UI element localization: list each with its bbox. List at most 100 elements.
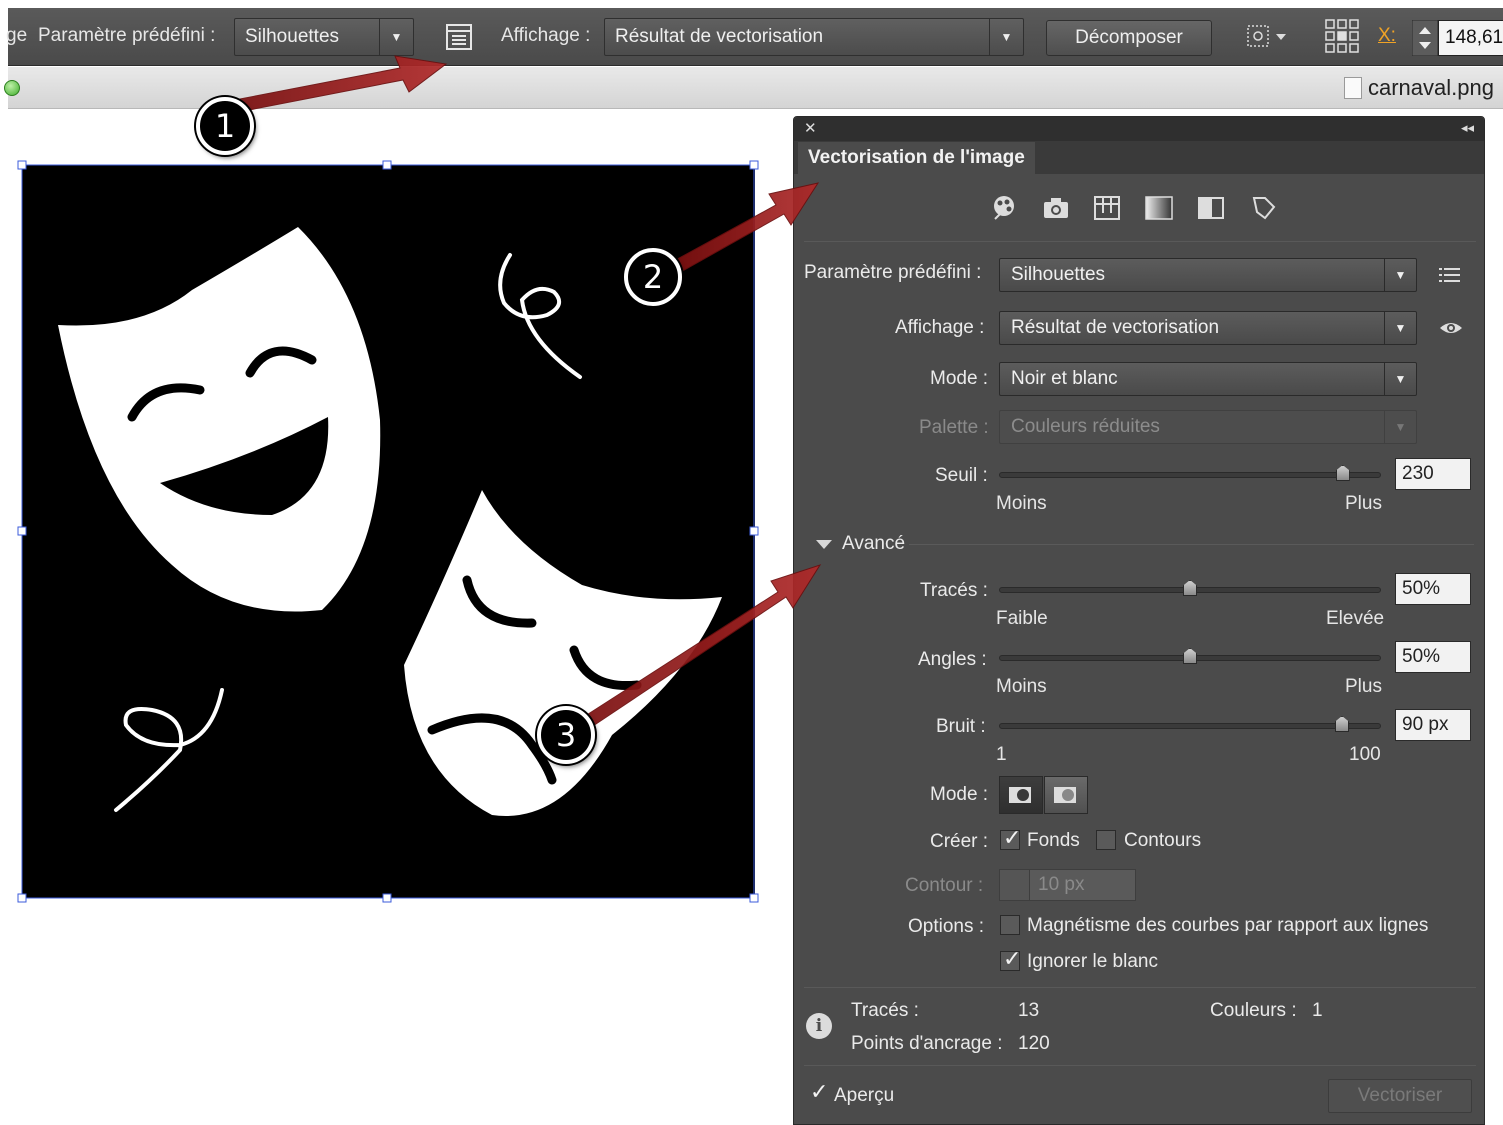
corners-max-label: Plus: [1345, 676, 1382, 697]
chevron-down-icon: ▼: [1384, 363, 1416, 395]
corners-slider-thumb[interactable]: [1183, 648, 1197, 664]
paths-max-label: Elevée: [1326, 608, 1385, 629]
overlapping-icon: [1054, 787, 1076, 803]
auto-color-icon[interactable]: [989, 193, 1019, 223]
tracing-panel-icon[interactable]: [446, 24, 472, 50]
chevron-down-icon: ▼: [1384, 312, 1416, 344]
advanced-section-toggle[interactable]: Avancé: [842, 533, 905, 555]
noise-slider-thumb[interactable]: [1335, 716, 1349, 732]
preview-checkbox[interactable]: ✓: [808, 1079, 828, 1105]
black-and-white-icon[interactable]: [1196, 193, 1226, 223]
info-colors-value: 1: [1312, 1000, 1323, 1021]
eye-icon[interactable]: [1439, 320, 1463, 336]
panel-titlebar: ✕ ◂◂: [794, 117, 1484, 141]
view-label: Affichage :: [501, 25, 591, 46]
annotation-badge-2: 2: [624, 248, 682, 306]
image-trace-panel: ✕ ◂◂ Vectorisation de l'image Paramètre …: [793, 116, 1485, 1125]
method-label: Mode :: [930, 784, 989, 805]
x-input[interactable]: 148,61: [1438, 20, 1503, 56]
cut-label: ge: [6, 25, 28, 46]
divider: [804, 987, 1476, 988]
threshold-slider[interactable]: [999, 465, 1381, 481]
preset-label: Paramètre prédéfini :: [804, 262, 982, 283]
snap-curves-checkbox[interactable]: ✓: [1000, 915, 1020, 935]
preset-menu-icon[interactable]: [1439, 266, 1461, 284]
noise-slider[interactable]: [999, 716, 1381, 732]
divider: [804, 1065, 1476, 1066]
panel-tab-bar: Vectorisation de l'image: [794, 141, 1484, 174]
abutting-method-button[interactable]: [999, 776, 1043, 814]
trace-button[interactable]: Vectoriser: [1328, 1079, 1472, 1113]
chevron-down-icon: ▼: [1384, 411, 1416, 443]
info-paths-value: 13: [1018, 1000, 1040, 1021]
transform-grid-icon[interactable]: [1324, 18, 1360, 54]
preset-value: Silhouettes: [1011, 264, 1106, 285]
preset-dropdown[interactable]: Silhouettes ▼: [999, 258, 1417, 292]
paths-input[interactable]: 50%: [1395, 573, 1471, 605]
view-label: Affichage :: [895, 317, 985, 338]
camera-icon[interactable]: [1041, 193, 1071, 223]
corners-slider[interactable]: [999, 648, 1381, 664]
control-bar: ge Paramètre prédéfini : Silhouettes ▼ A…: [6, 8, 1503, 66]
info-anchors-value: 120: [1018, 1033, 1050, 1054]
palette-value: Couleurs réduites: [1011, 416, 1160, 437]
expand-button[interactable]: Décomposer: [1046, 20, 1212, 56]
mode-label: Mode :: [930, 368, 989, 389]
noise-label: Bruit :: [936, 716, 986, 737]
palette-label: Palette :: [919, 417, 989, 438]
stroke-label: Contour :: [905, 875, 984, 896]
ignore-white-checkbox[interactable]: ✓: [1000, 946, 1021, 971]
view-value: Résultat de vectorisation: [615, 26, 824, 47]
preset-value: Silhouettes: [245, 26, 340, 47]
options-label: Options :: [908, 916, 985, 937]
info-anchors-label: Points d'ancrage :: [851, 1033, 1003, 1054]
strokes-label: Contours: [1124, 830, 1202, 851]
outline-icon[interactable]: [1249, 193, 1279, 223]
fills-checkbox[interactable]: ✓: [1000, 825, 1021, 850]
chevron-down-icon: ▼: [989, 19, 1023, 55]
tab-image-trace[interactable]: Vectorisation de l'image: [798, 142, 1035, 174]
paths-label: Tracés :: [920, 580, 988, 601]
threshold-max-label: Plus: [1345, 493, 1382, 514]
divider: [909, 544, 1474, 545]
overlapping-method-button[interactable]: [1044, 776, 1088, 814]
view-dropdown[interactable]: Résultat de vectorisation ▼: [999, 311, 1417, 345]
noise-max-label: 100: [1349, 744, 1381, 765]
preview-label: Aperçu: [834, 1085, 895, 1106]
mode-dropdown[interactable]: Noir et blanc ▼: [999, 362, 1417, 396]
paths-slider-thumb[interactable]: [1183, 580, 1197, 596]
close-icon[interactable]: ✕: [804, 119, 817, 137]
paths-min-label: Faible: [996, 608, 1048, 629]
zoom-button-icon[interactable]: [4, 80, 20, 96]
ignore-white-label: Ignorer le blanc: [1027, 951, 1158, 972]
disclosure-triangle-icon[interactable]: [816, 540, 832, 549]
grayscale-icon[interactable]: [1144, 193, 1174, 223]
stroke-value: 10 px: [1038, 874, 1085, 895]
view-value: Résultat de vectorisation: [1011, 317, 1220, 338]
threshold-input[interactable]: 230: [1395, 458, 1471, 490]
document-filename: carnaval.png: [1368, 75, 1494, 100]
noise-input[interactable]: 90 px: [1395, 709, 1471, 741]
create-label: Créer :: [930, 831, 989, 852]
corners-label: Angles :: [918, 649, 987, 670]
select-options-icon[interactable]: [1246, 22, 1292, 50]
low-color-icon[interactable]: [1092, 193, 1122, 223]
view-dropdown[interactable]: Résultat de vectorisation ▼: [604, 18, 1024, 56]
paths-slider[interactable]: [999, 580, 1381, 596]
file-icon: [1344, 77, 1362, 99]
stepper-arrows-icon: [1000, 870, 1030, 900]
collapse-icon[interactable]: ◂◂: [1461, 120, 1474, 136]
corners-min-label: Moins: [996, 676, 1047, 697]
divider: [804, 241, 1476, 242]
threshold-label: Seuil :: [935, 465, 988, 486]
chevron-down-icon: ▼: [379, 19, 413, 55]
annotation-badge-3: 3: [537, 706, 595, 764]
x-stepper[interactable]: [1412, 20, 1438, 56]
preset-dropdown[interactable]: Silhouettes ▼: [234, 18, 414, 56]
noise-min-label: 1: [996, 744, 1007, 765]
strokes-checkbox[interactable]: ✓: [1096, 830, 1116, 850]
x-label: X:: [1378, 25, 1396, 46]
threshold-slider-thumb[interactable]: [1335, 465, 1350, 481]
corners-input[interactable]: 50%: [1395, 641, 1471, 673]
info-icon: i: [806, 1013, 832, 1039]
